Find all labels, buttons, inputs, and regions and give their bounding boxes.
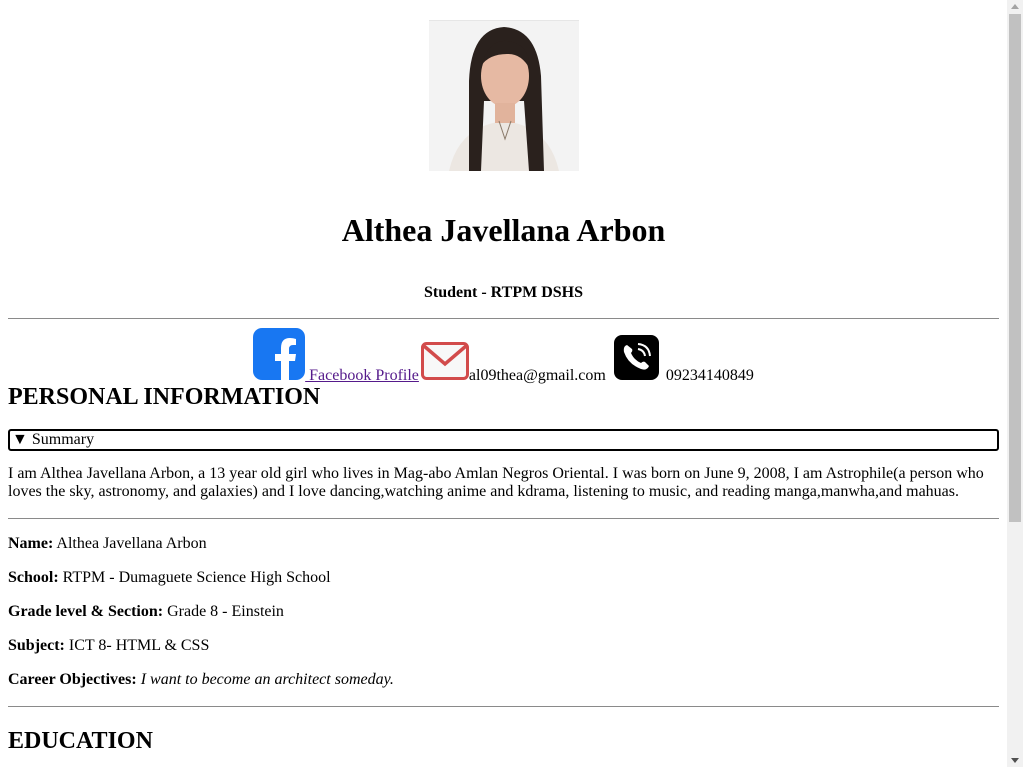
field-value: RTPM - Dumaguete Science High School	[58, 569, 331, 586]
scroll-thumb[interactable]	[1009, 14, 1021, 522]
field-label: Name:	[8, 535, 54, 552]
resume-page: Althea Javellana Arbon Student - RTPM DS…	[8, 0, 999, 755]
divider	[8, 706, 999, 707]
facebook-profile-link[interactable]: Facebook Profile	[253, 328, 419, 385]
info-row-name: Name: Althea Javellana Arbon	[8, 535, 999, 553]
personal-info-heading: PERSONAL INFORMATION	[8, 384, 321, 410]
field-value: I want to become an architect someday.	[140, 671, 394, 688]
field-value: ICT 8- HTML & CSS	[64, 637, 210, 654]
mail-icon	[420, 342, 469, 385]
phone-icon	[613, 335, 659, 385]
info-row-career: Career Objectives: I want to become an a…	[8, 671, 999, 689]
info-row-school: School: RTPM - Dumaguete Science High Sc…	[8, 569, 999, 587]
scroll-up-icon[interactable]	[1011, 4, 1019, 9]
summary-toggle[interactable]: ▼ Summary	[8, 429, 999, 451]
phone-number: 09234140849	[665, 367, 754, 384]
profile-photo-container	[8, 0, 999, 171]
field-label: Grade level & Section:	[8, 603, 164, 620]
field-value: Grade 8 - Einstein	[163, 603, 284, 620]
facebook-icon	[253, 328, 306, 385]
contact-bar: Facebook Profile al09thea@gmail.com 09234…	[8, 319, 999, 385]
summary-label: Summary	[31, 431, 95, 448]
facebook-link-label: Facebook Profile	[305, 367, 419, 384]
profile-photo	[428, 20, 579, 171]
field-label: School:	[8, 569, 59, 586]
info-row-grade: Grade level & Section: Grade 8 - Einstei…	[8, 603, 999, 621]
scroll-down-icon[interactable]	[1011, 758, 1019, 763]
field-label: Subject:	[8, 637, 65, 654]
info-row-subject: Subject: ICT 8- HTML & CSS	[8, 637, 999, 655]
education-heading: EDUCATION	[8, 728, 153, 754]
email-address: al09thea@gmail.com	[468, 367, 606, 384]
email-contact: al09thea@gmail.com	[420, 342, 606, 385]
vertical-scrollbar[interactable]	[1007, 0, 1023, 767]
profile-subtitle: Student - RTPM DSHS	[423, 284, 583, 301]
field-label: Career Objectives:	[8, 671, 137, 688]
personal-info-list: Name: Althea Javellana Arbon School: RTP…	[8, 535, 999, 689]
profile-name: Althea Javellana Arbon	[341, 212, 666, 248]
divider	[8, 518, 999, 519]
summary-text: I am Althea Javellana Arbon, a 13 year o…	[8, 465, 984, 500]
phone-contact: 09234140849	[613, 335, 754, 385]
disclosure-triangle-icon: ▼	[12, 431, 28, 448]
field-value: Althea Javellana Arbon	[53, 535, 207, 552]
